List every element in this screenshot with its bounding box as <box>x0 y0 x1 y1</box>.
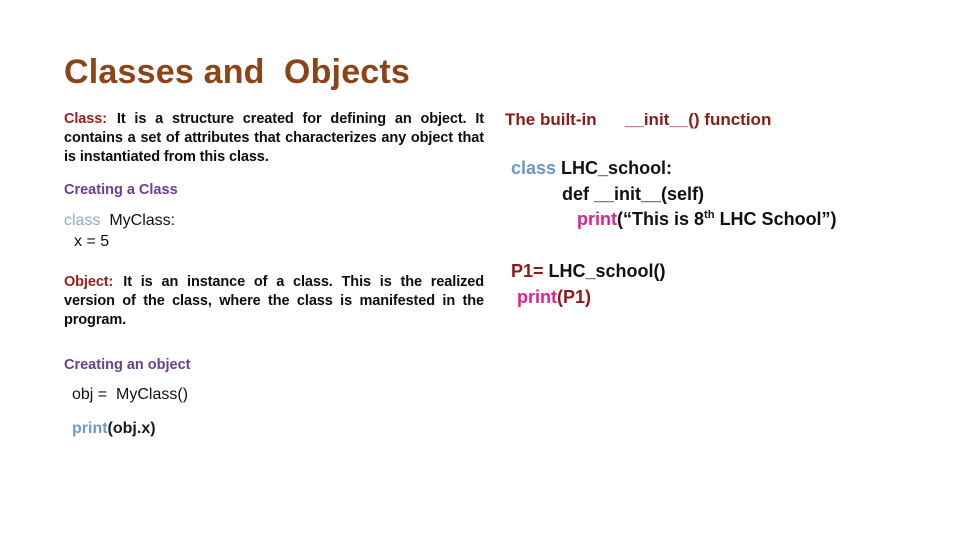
spacer-after-class-code <box>64 253 484 273</box>
print-arguments-instance: (P1) <box>557 286 592 307</box>
creating-a-class-heading: Creating a Class <box>64 182 178 199</box>
creating-a-class-code-line-2: x = 5 <box>74 233 110 251</box>
right-content-column: The built-in __init__() function class L… <box>505 110 925 310</box>
slide-canvas: Classes and Objects Class: It is a struct… <box>0 0 960 540</box>
object-definition-paragraph: Object: It is an instance of a class. Thi… <box>64 273 484 330</box>
class-definition-body: It is a structure created for defining a… <box>64 111 484 166</box>
class-definition-paragraph: Class: It is a structure created for defi… <box>64 110 484 167</box>
class-name-text: MyClass: <box>100 211 176 229</box>
print-keyword-instance: print <box>517 286 557 307</box>
print-args-part-b: LHC School”) <box>714 209 837 230</box>
print-keyword-left: print <box>72 419 108 437</box>
spacer-after-init-heading <box>505 130 925 156</box>
lhc-class-code-line-3: print(“This is 8th LHC School”) <box>505 207 925 233</box>
spacer-before-instance-code <box>505 233 925 259</box>
creating-an-object-code-line-1: obj = MyClass() <box>72 386 189 404</box>
print-keyword-right: print <box>577 209 617 230</box>
lhc-class-code-line-2: def __init__(self) <box>562 183 705 204</box>
left-content-column: Class: It is a structure created for defi… <box>64 110 484 439</box>
lhc-class-code-line-1: class LHC_school: <box>505 156 925 182</box>
object-definition-body: It is an instance of a class. This is th… <box>64 273 484 328</box>
creating-a-class-code-line-1: class MyClass: <box>64 210 484 232</box>
print-args-part-a: (“This is 8 <box>617 209 705 230</box>
instance-constructor-call: LHC_school() <box>543 261 666 282</box>
creating-an-object-heading: Creating an object <box>64 357 191 374</box>
init-function-heading: The built-in __init__() function <box>505 110 772 129</box>
print-arguments-left: (obj.x) <box>107 419 156 437</box>
spacer-before-creating-object <box>64 344 484 356</box>
class-keyword: class <box>64 211 101 229</box>
instance-assignment-line: P1= LHC_school() <box>505 259 925 285</box>
spacer-before-print-obj <box>64 406 484 418</box>
page-title: Classes and Objects <box>64 53 411 91</box>
creating-an-object-print-line: print(obj.x) <box>64 418 484 440</box>
instance-variable-name: P1= <box>511 261 544 282</box>
instance-print-line: print(P1) <box>505 285 925 311</box>
class-term-label: Class: <box>64 111 107 127</box>
object-term-label: Object: <box>64 273 114 290</box>
ordinal-superscript: th <box>704 209 715 222</box>
class-keyword-right: class <box>511 158 557 179</box>
lhc-class-name: LHC_school: <box>556 158 673 179</box>
